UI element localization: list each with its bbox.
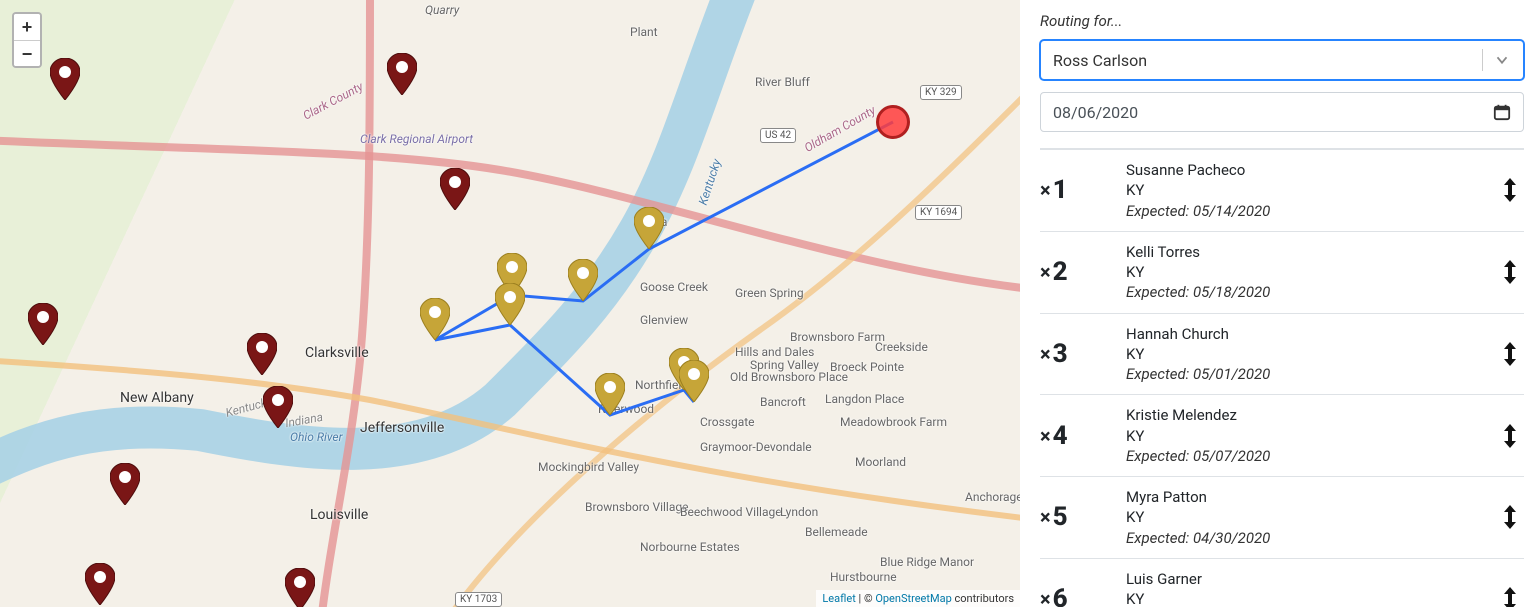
calendar-icon — [1493, 103, 1511, 121]
route-stop-name: Hannah Church — [1126, 324, 1496, 344]
route-pin[interactable] — [595, 373, 625, 415]
route-stop-location: KY — [1126, 426, 1496, 446]
customer-pin[interactable] — [85, 563, 115, 605]
customer-pin[interactable] — [50, 58, 80, 100]
customer-pin[interactable] — [440, 168, 470, 210]
route-stop-info: Kristie MelendezKYExpected: 05/07/2020 — [1082, 405, 1496, 466]
customer-pin[interactable] — [285, 568, 315, 607]
route-stop-item: ×6Luis GarnerKYExpected: 05/03/2020 — [1040, 558, 1524, 607]
route-stop-location: KY — [1126, 507, 1496, 527]
route-stop-item: ×1Susanne PachecoKYExpected: 05/14/2020 — [1040, 149, 1524, 231]
drag-handle-icon[interactable] — [1496, 259, 1524, 285]
drag-handle-icon[interactable] — [1496, 177, 1524, 203]
chevron-down-icon — [1493, 51, 1511, 69]
route-stop-name: Susanne Pacheco — [1126, 160, 1496, 180]
route-pin[interactable] — [495, 283, 525, 325]
route-list: ×1Susanne PachecoKYExpected: 05/14/2020×… — [1040, 149, 1524, 607]
route-stop-expected: Expected: 04/30/2020 — [1126, 528, 1496, 548]
route-stop-item: ×4Kristie MelendezKYExpected: 05/07/2020 — [1040, 394, 1524, 476]
route-stop-expected: Expected: 05/01/2020 — [1126, 364, 1496, 384]
route-stop-info: Myra PattonKYExpected: 04/30/2020 — [1082, 487, 1496, 548]
customer-pin[interactable] — [110, 463, 140, 505]
salesperson-select[interactable]: Ross Carlson — [1040, 40, 1524, 80]
customer-pin[interactable] — [387, 53, 417, 95]
route-date-input[interactable]: 08/06/2020 — [1040, 92, 1524, 132]
customer-pin[interactable] — [263, 386, 293, 428]
salesperson-select-value: Ross Carlson — [1053, 51, 1472, 70]
route-stop-name: Myra Patton — [1126, 487, 1496, 507]
route-stop-name: Kristie Melendez — [1126, 405, 1496, 425]
route-date-value: 08/06/2020 — [1053, 103, 1493, 122]
panel-title: Routing for... — [1040, 12, 1524, 30]
drag-handle-icon[interactable] — [1496, 504, 1524, 530]
select-separator — [1482, 49, 1483, 71]
zoom-controls: + − — [12, 12, 42, 68]
route-pin[interactable] — [634, 207, 664, 249]
remove-stop-button[interactable]: ×6 — [1040, 584, 1082, 607]
remove-stop-button[interactable]: ×1 — [1040, 175, 1082, 205]
route-stop-item: ×2Kelli TorresKYExpected: 05/18/2020 — [1040, 231, 1524, 313]
route-pin[interactable] — [568, 259, 598, 301]
route-stop-item: ×3Hannah ChurchKYExpected: 05/01/2020 — [1040, 313, 1524, 395]
routing-panel: Routing for... Ross Carlson 08/06/2020 ×… — [1020, 0, 1540, 607]
route-stop-expected: Expected: 05/18/2020 — [1126, 282, 1496, 302]
customer-pin[interactable] — [247, 333, 277, 375]
remove-stop-button[interactable]: ×4 — [1040, 421, 1082, 451]
remove-stop-button[interactable]: ×2 — [1040, 257, 1082, 287]
osm-link[interactable]: OpenStreetMap — [875, 592, 951, 605]
route-pin[interactable] — [679, 360, 709, 402]
route-stop-info: Susanne PachecoKYExpected: 05/14/2020 — [1082, 160, 1496, 221]
route-stop-info: Luis GarnerKYExpected: 05/03/2020 — [1082, 569, 1496, 607]
route-stop-name: Luis Garner — [1126, 569, 1496, 589]
remove-stop-button[interactable]: ×5 — [1040, 502, 1082, 532]
route-stop-expected: Expected: 05/07/2020 — [1126, 446, 1496, 466]
zoom-out-button[interactable]: − — [14, 40, 40, 66]
route-stop-info: Hannah ChurchKYExpected: 05/01/2020 — [1082, 324, 1496, 385]
zoom-in-button[interactable]: + — [14, 14, 40, 40]
drag-handle-icon[interactable] — [1496, 586, 1524, 607]
route-stop-location: KY — [1126, 344, 1496, 364]
route-stop-location: KY — [1126, 262, 1496, 282]
route-stop-info: Kelli TorresKYExpected: 05/18/2020 — [1082, 242, 1496, 303]
customer-pin[interactable] — [28, 303, 58, 345]
route-pin[interactable] — [420, 298, 450, 340]
remove-stop-button[interactable]: ×3 — [1040, 339, 1082, 369]
route-stop-location: KY — [1126, 180, 1496, 200]
route-stop-location: KY — [1126, 589, 1496, 607]
map[interactable]: + − New Albany Clarksville Jeffersonvill… — [0, 0, 1020, 607]
drag-handle-icon[interactable] — [1496, 341, 1524, 367]
route-stop-expected: Expected: 05/14/2020 — [1126, 201, 1496, 221]
route-start-marker[interactable] — [876, 105, 910, 139]
route-stop-item: ×5Myra PattonKYExpected: 04/30/2020 — [1040, 476, 1524, 558]
drag-handle-icon[interactable] — [1496, 423, 1524, 449]
map-attribution: Leaflet | © OpenStreetMap contributors — [816, 590, 1020, 607]
leaflet-link[interactable]: Leaflet — [822, 592, 855, 605]
route-stop-name: Kelli Torres — [1126, 242, 1496, 262]
